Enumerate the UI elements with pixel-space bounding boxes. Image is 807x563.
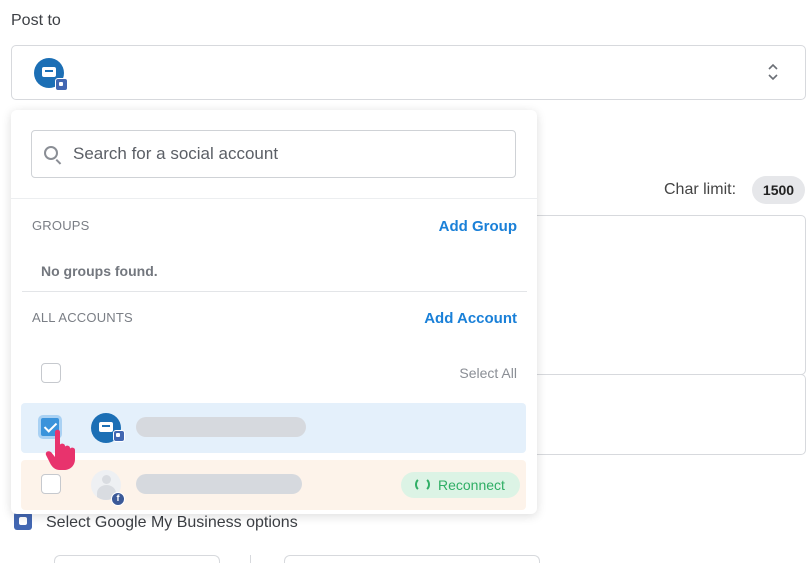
account-name-redacted: [136, 474, 302, 494]
account-name-redacted: [136, 417, 306, 437]
search-input[interactable]: [73, 143, 503, 165]
google-my-business-badge-icon: [55, 78, 68, 91]
add-group-link[interactable]: Add Group: [439, 218, 517, 235]
account-dropdown: GROUPS Add Group No groups found. ALL AC…: [11, 110, 537, 514]
gmb-option-field-1[interactable]: [54, 555, 220, 563]
groups-header: GROUPS: [32, 218, 90, 233]
refresh-icon: [415, 477, 430, 492]
store-icon: [42, 67, 56, 77]
gmb-option-field-2[interactable]: [284, 555, 540, 563]
divider: [22, 291, 527, 292]
gmb-options-toggle[interactable]: Select Google My Business options: [14, 512, 298, 532]
select-all-checkbox[interactable]: [41, 363, 61, 383]
post-media-area[interactable]: [520, 374, 806, 455]
reconnect-label: Reconnect: [438, 477, 505, 493]
char-limit-label: Char limit:: [664, 181, 737, 198]
no-groups-text: No groups found.: [41, 263, 158, 279]
hand-pointer-icon: [45, 429, 75, 470]
account-search[interactable]: [31, 130, 516, 178]
post-text-editor[interactable]: [520, 215, 806, 375]
divider: [250, 555, 251, 563]
store-icon: [99, 422, 113, 432]
google-my-business-badge-icon: [113, 430, 125, 442]
facebook-badge-icon: f: [111, 492, 125, 506]
selected-account-avatar: [34, 58, 68, 91]
select-all-label[interactable]: Select All: [459, 365, 517, 381]
reconnect-button[interactable]: Reconnect: [401, 472, 520, 498]
chevron-up-down-icon: [767, 62, 779, 83]
search-icon: [44, 146, 58, 160]
char-limit-badge: 1500: [752, 176, 805, 204]
google-my-business-icon: [14, 512, 32, 530]
add-account-link[interactable]: Add Account: [424, 310, 517, 327]
account-checkbox[interactable]: [41, 474, 61, 494]
divider: [11, 198, 537, 199]
post-to-label: Post to: [11, 12, 61, 29]
post-to-select[interactable]: [11, 45, 806, 100]
account-row[interactable]: [21, 403, 526, 453]
all-accounts-header: ALL ACCOUNTS: [32, 310, 133, 325]
gmb-options-label: Select Google My Business options: [46, 514, 298, 531]
account-row[interactable]: f Reconnect: [21, 460, 526, 510]
